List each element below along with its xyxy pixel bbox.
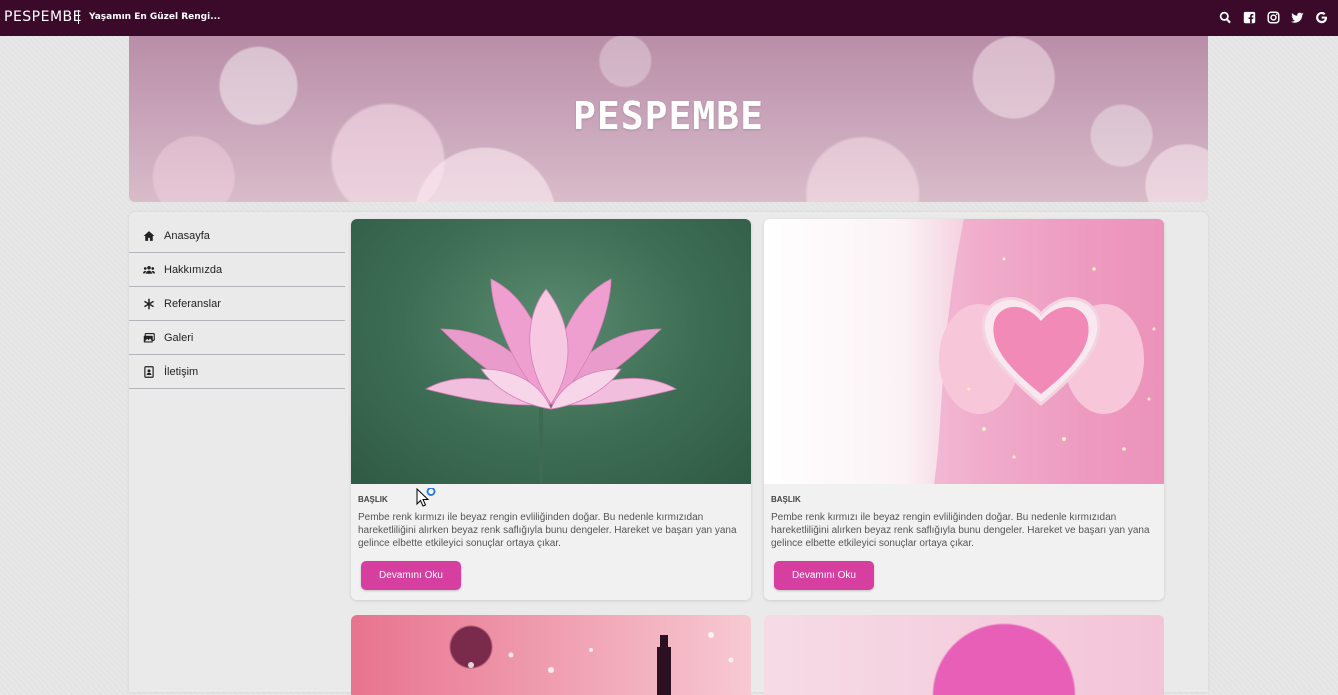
post-card-image[interactable] <box>764 615 1164 695</box>
lotus-image[interactable] <box>351 219 751 484</box>
banner-title: PESPEMBE <box>572 94 765 138</box>
read-more-button[interactable]: Devamını Oku <box>774 561 874 590</box>
post-card-image[interactable] <box>351 615 751 695</box>
sidebar-item-hakkimizda[interactable]: Hakkımızda <box>129 253 345 287</box>
brand-logo[interactable]: PESPEMBE <box>4 9 82 25</box>
users-icon <box>142 263 156 277</box>
sidebar-item-label: İletişim <box>164 365 199 378</box>
sidebar-item-referanslar[interactable]: Referanslar <box>129 287 345 321</box>
card-text: Pembe renk kırmızı ile beyaz rengin evli… <box>771 512 1150 549</box>
instagram-icon[interactable] <box>1266 10 1280 24</box>
sidebar-item-label: Anasayfa <box>164 229 210 242</box>
sidebar-item-galeri[interactable]: Galeri <box>129 321 345 355</box>
sidebar-item-label: Galeri <box>164 331 194 344</box>
header-banner: PESPEMBE <box>129 36 1208 202</box>
card-title: BAŞLIK <box>771 495 801 504</box>
facebook-icon[interactable] <box>1242 10 1256 24</box>
images-icon <box>142 331 156 345</box>
mouse-cursor-icon <box>416 487 442 516</box>
sidebar-item-iletisim[interactable]: İletişim <box>129 355 345 389</box>
read-more-button[interactable]: Devamını Oku <box>361 561 461 590</box>
sidebar-item-label: Hakkımızda <box>164 263 223 276</box>
brand-divider <box>78 10 79 24</box>
contact-icon <box>142 365 156 379</box>
post-card: BAŞLIK Pembe renk kırmızı ile beyaz reng… <box>764 219 1164 600</box>
main-panel: Anasayfa Hakkımızda Referanslar Galeri İ… <box>129 212 1208 695</box>
twitter-icon[interactable] <box>1290 10 1304 24</box>
heart-image[interactable] <box>764 219 1164 484</box>
asterisk-icon <box>142 297 156 311</box>
sidebar-item-label: Referanslar <box>164 297 221 310</box>
sidebar-item-anasayfa[interactable]: Anasayfa <box>129 219 345 253</box>
card-text: Pembe renk kırmızı ile beyaz rengin evli… <box>358 512 737 549</box>
search-icon[interactable] <box>1218 10 1232 24</box>
home-icon <box>142 229 156 243</box>
sidebar-nav: Anasayfa Hakkımızda Referanslar Galeri İ… <box>129 219 345 389</box>
tagline: Yaşamın En Güzel Rengi... <box>89 12 221 22</box>
post-card: BAŞLIK Pembe renk kırmızı ile beyaz reng… <box>351 219 751 600</box>
top-navbar: PESPEMBE Yaşamın En Güzel Rengi... <box>0 0 1338 36</box>
google-icon[interactable] <box>1314 10 1328 24</box>
social-links <box>1218 10 1328 24</box>
